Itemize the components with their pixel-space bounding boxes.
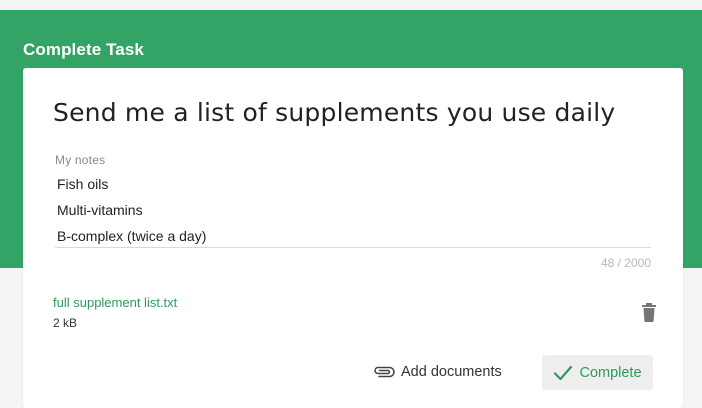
attachment-item: full supplement list.txt 2 kB: [53, 294, 656, 334]
attachment-size: 2 kB: [53, 316, 78, 330]
notes-textarea[interactable]: Fish oils Multi-vitamins B-complex (twic…: [57, 173, 206, 251]
delete-attachment-button[interactable]: [639, 301, 659, 325]
character-counter: 48 / 2000: [600, 256, 651, 270]
complete-label: Complete: [579, 364, 642, 381]
notes-label: My notes: [55, 153, 106, 167]
paperclip-icon: [374, 366, 395, 378]
notes-field[interactable]: My notes Fish oils Multi-vitamins B-comp…: [55, 153, 651, 270]
notes-line: Multi-vitamins: [57, 202, 143, 218]
page-title: Complete Task: [23, 40, 144, 59]
task-card: Send me a list of supplements you use da…: [23, 68, 683, 408]
top-strip: [0, 0, 702, 10]
task-title: Send me a list of supplements you use da…: [53, 98, 616, 127]
attachment-name-link[interactable]: full supplement list.txt: [53, 295, 177, 310]
add-documents-label: Add documents: [401, 364, 502, 380]
action-bar: Add documents Complete: [23, 352, 683, 392]
notes-underline: [55, 247, 651, 248]
add-documents-button[interactable]: Add documents: [373, 356, 502, 388]
notes-line: Fish oils: [57, 176, 109, 192]
trash-icon: [642, 303, 656, 322]
checkmark-icon: [554, 365, 573, 380]
complete-button[interactable]: Complete: [542, 355, 653, 390]
